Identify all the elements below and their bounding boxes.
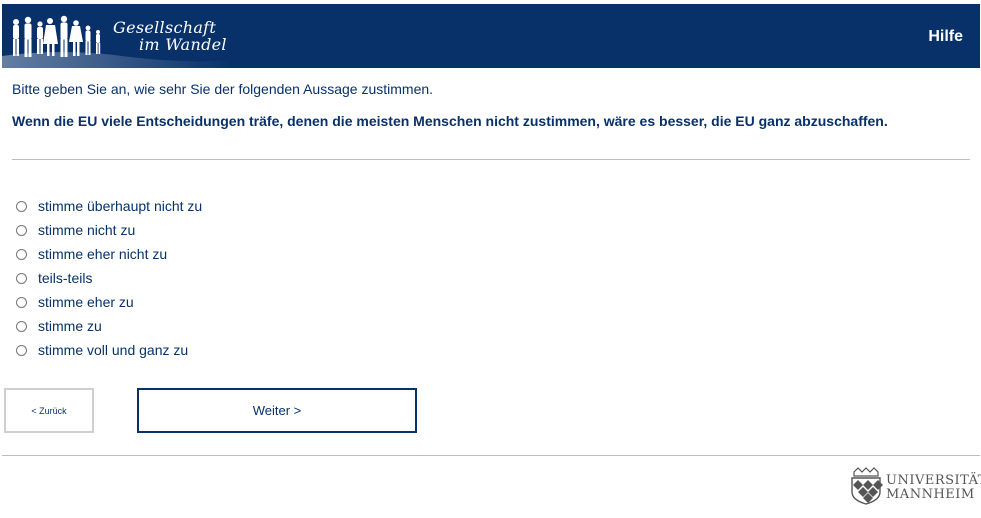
- option-7[interactable]: stimme voll und ganz zu: [16, 338, 202, 362]
- question-statement: Wenn die EU viele Entscheidungen träfe, …: [12, 113, 888, 129]
- help-link[interactable]: Hilfe: [928, 28, 963, 46]
- option-label: stimme nicht zu: [38, 222, 136, 238]
- radio-button[interactable]: [16, 320, 27, 332]
- option-label: teils-teils: [38, 270, 93, 286]
- option-3[interactable]: stimme eher nicht zu: [16, 242, 202, 266]
- option-1[interactable]: stimme überhaupt nicht zu: [16, 194, 202, 218]
- university-logo: UNIVERSITÄT MANNHEIM: [848, 466, 981, 506]
- header-bar: Gesellschaft im Wandel Hilfe: [2, 4, 980, 68]
- option-label: stimme überhaupt nicht zu: [38, 198, 203, 214]
- divider-top: [12, 159, 970, 160]
- option-label: stimme zu: [38, 318, 102, 334]
- next-button[interactable]: Weiter >: [137, 388, 417, 433]
- option-6[interactable]: stimme zu: [16, 314, 202, 338]
- option-4[interactable]: teils-teils: [16, 266, 202, 290]
- university-crest-icon: [851, 467, 883, 505]
- question-instruction: Bitte geben Sie an, wie sehr Sie der fol…: [12, 81, 434, 97]
- radio-button[interactable]: [16, 344, 27, 356]
- divider-bottom: [2, 455, 980, 456]
- answer-options: stimme überhaupt nicht zu stimme nicht z…: [16, 194, 202, 362]
- university-name-line2: MANNHEIM: [886, 487, 975, 502]
- radio-button[interactable]: [16, 272, 27, 284]
- brand-title-line2: im Wandel: [139, 35, 227, 54]
- radio-button[interactable]: [16, 248, 27, 260]
- back-button[interactable]: < Zurück: [4, 388, 94, 433]
- option-label: stimme voll und ganz zu: [38, 342, 189, 358]
- radio-button[interactable]: [16, 224, 27, 236]
- option-5[interactable]: stimme eher zu: [16, 290, 202, 314]
- option-label: stimme eher zu: [38, 294, 134, 310]
- option-2[interactable]: stimme nicht zu: [16, 218, 202, 242]
- radio-button[interactable]: [16, 296, 27, 308]
- option-label: stimme eher nicht zu: [38, 246, 168, 262]
- university-name-line1: UNIVERSITÄT: [886, 473, 981, 488]
- radio-button[interactable]: [16, 200, 27, 212]
